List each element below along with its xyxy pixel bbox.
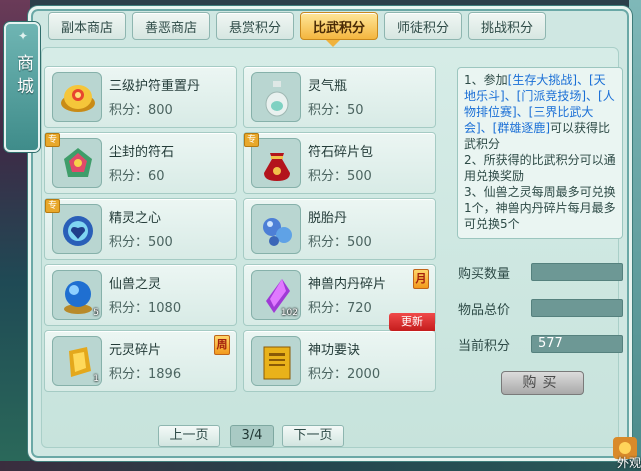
item-price: 积分：1080 <box>109 301 182 316</box>
new-badge: 更新 <box>389 313 435 331</box>
tab-arena-points[interactable]: 比武积分 <box>300 12 378 40</box>
tab-karma-shop[interactable]: 善恶商店 <box>132 12 210 40</box>
next-page-button[interactable]: 下一页 <box>282 425 344 447</box>
gold-shard-icon: 1 <box>52 336 102 386</box>
shop-item[interactable]: 灵气瓶 积分：50 <box>243 66 436 128</box>
item-quantity: 5 <box>93 308 99 318</box>
item-name: 神兽内丹碎片 <box>308 277 387 292</box>
golden-pill-icon <box>52 72 102 122</box>
item-name: 三级护符重置丹 <box>109 79 201 94</box>
tab-bar: 副本商店 善恶商店 悬赏积分 比武积分 师徒积分 挑战积分 <box>48 12 546 42</box>
shop-item[interactable]: 专 尘封的符石 积分：60 <box>44 132 237 194</box>
quantity-label: 购买数量 <box>458 267 511 282</box>
item-name: 元灵碎片 <box>109 343 162 358</box>
item-quantity: 1 <box>93 374 99 384</box>
vase-icon <box>251 72 301 122</box>
tab-bounty-points[interactable]: 悬赏积分 <box>216 12 294 40</box>
shop-item[interactable]: 专 符石碎片包 积分：500 <box>243 132 436 194</box>
shop-item[interactable]: 102 月 神兽内丹碎片 积分：720 更新 <box>243 264 436 331</box>
item-price: 积分：50 <box>308 103 364 118</box>
item-price: 积分：500 <box>308 169 372 184</box>
item-name: 尘封的符石 <box>109 145 175 160</box>
page-indicator: 3/4 <box>230 425 274 447</box>
item-name: 灵气瓶 <box>308 79 348 94</box>
shop-item[interactable]: 神功要诀 积分：2000 <box>243 330 436 392</box>
rules-panel: 1、参加[生存大挑战]、[天地乐斗]、[门派竞技场]、[人物排位赛]、[三界比武… <box>457 67 623 239</box>
item-name: 精灵之心 <box>109 211 162 226</box>
item-price: 积分：60 <box>109 169 165 184</box>
shop-title: 商城 <box>13 54 33 100</box>
item-price: 积分：800 <box>109 103 173 118</box>
item-quantity: 102 <box>280 308 298 318</box>
shop-item[interactable]: 1 周 元灵碎片 积分：1896 <box>44 330 237 392</box>
background-bottom-scenery <box>0 461 641 471</box>
current-points-field: 577 <box>531 335 623 353</box>
appearance-label: 外观 <box>616 456 641 470</box>
item-price: 积分：720 <box>308 301 372 316</box>
monthly-limit-tag: 月 <box>413 269 429 289</box>
item-grid: 三级护符重置丹 积分：800 灵气瓶 积分：50 专 尘封的符石 积分：60 专… <box>44 66 436 392</box>
ornament-icon: ✦ <box>17 29 29 43</box>
shop-item[interactable]: 专 精灵之心 积分：500 <box>44 198 237 260</box>
shop-item[interactable]: 三级护符重置丹 积分：800 <box>44 66 237 128</box>
tab-dungeon-shop[interactable]: 副本商店 <box>48 12 126 40</box>
item-price: 积分：1896 <box>109 367 182 382</box>
blue-orb-icon: 5 <box>52 270 102 320</box>
item-price: 积分：500 <box>308 235 372 250</box>
yellow-book-icon <box>251 336 301 386</box>
shop-plaque: ✦ 商城 <box>4 22 40 152</box>
blue-pill-icon <box>251 204 301 254</box>
rule-2: 2、所获得的比武积分可以通用兑换奖励 <box>464 153 616 183</box>
weekly-limit-tag: 周 <box>214 335 230 355</box>
tab-mentor-points[interactable]: 师徒积分 <box>384 12 462 40</box>
item-name: 仙兽之灵 <box>109 277 162 292</box>
buy-button[interactable]: 购买 <box>501 371 584 395</box>
purple-crystal-icon: 102 <box>251 270 301 320</box>
quantity-field[interactable] <box>531 263 623 281</box>
total-price-label: 物品总价 <box>458 303 511 318</box>
prev-page-button[interactable]: 上一页 <box>158 425 220 447</box>
item-name: 符石碎片包 <box>308 145 374 160</box>
current-points-label: 当前积分 <box>458 339 511 354</box>
item-price: 积分：2000 <box>308 367 381 382</box>
item-name: 神功要诀 <box>308 343 361 358</box>
exclusive-tag: 专 <box>244 133 260 147</box>
rule-3: 3、仙兽之灵每周最多可兑换1个，神兽内丹碎片每月最多可兑换5个 <box>464 185 616 231</box>
rule-1-prefix: 1、参加 <box>464 73 508 87</box>
exclusive-tag: 专 <box>45 133 61 147</box>
shop-item[interactable]: 脱胎丹 积分：500 <box>243 198 436 260</box>
item-name: 脱胎丹 <box>308 211 348 226</box>
active-tab-pointer <box>326 40 340 47</box>
tab-challenge-points[interactable]: 挑战积分 <box>468 12 546 40</box>
shop-item[interactable]: 5 仙兽之灵 积分：1080 <box>44 264 237 326</box>
item-price: 积分：500 <box>109 235 173 250</box>
exclusive-tag: 专 <box>45 199 61 213</box>
total-price-field <box>531 299 623 317</box>
